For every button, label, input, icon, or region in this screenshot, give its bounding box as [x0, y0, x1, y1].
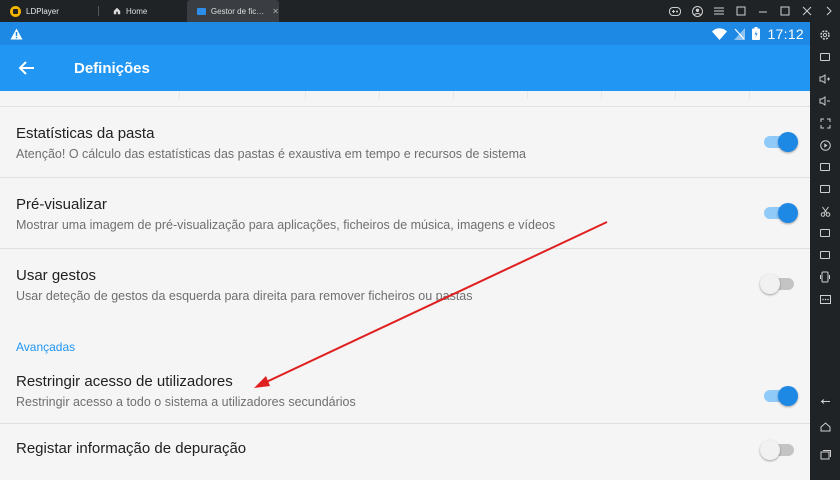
wifi-icon: [712, 27, 728, 40]
row-remnant-cell: [380, 91, 454, 99]
apk-install-icon[interactable]: [818, 182, 832, 196]
back-arrow-icon[interactable]: [18, 59, 36, 77]
setting-title: Usar gestos: [16, 267, 97, 284]
setting-preview[interactable]: Pré-visualizar Mostrar uma imagem de pré…: [0, 178, 810, 249]
row-remnant-cell: [602, 91, 676, 99]
volume-down-icon[interactable]: [818, 94, 832, 108]
row-remnant-cell: [0, 91, 180, 99]
android-recents-icon[interactable]: [818, 448, 832, 462]
status-time: 17:12: [767, 25, 804, 42]
debug-log-toggle[interactable]: [760, 440, 794, 460]
row-remnant-cell: [676, 91, 750, 99]
row-remnant-cell: [180, 91, 306, 99]
android-home-icon[interactable]: [818, 420, 832, 434]
tab-close-icon[interactable]: ✕: [272, 7, 279, 16]
shake-icon[interactable]: [818, 270, 832, 284]
setting-title: Estatísticas da pasta: [16, 125, 155, 142]
toggle-knob: [778, 132, 798, 152]
tab-file-manager-label: Gestor de fic…: [210, 6, 265, 16]
no-signal-icon: [734, 27, 746, 40]
app-bar: Definições: [0, 45, 810, 91]
folder-stats-toggle[interactable]: [764, 132, 798, 152]
keyboard-icon[interactable]: [818, 50, 832, 64]
ldplayer-logo-icon: [10, 5, 21, 17]
settings-gear-icon[interactable]: [818, 28, 832, 42]
setting-folder-stats[interactable]: Estatísticas da pasta Atenção! O cálculo…: [0, 107, 810, 178]
restore-mode-icon[interactable]: [730, 0, 752, 22]
emulator-app-name: LDPlayer: [26, 6, 59, 16]
folder-icon: [197, 7, 206, 15]
setting-debug-log[interactable]: Registar informação de depuração: [0, 424, 810, 474]
close-window-icon[interactable]: [796, 0, 818, 22]
setting-restrict-users[interactable]: Restringir acesso de utilizadores Restri…: [0, 365, 810, 424]
gestures-toggle[interactable]: [760, 274, 794, 294]
record-icon[interactable]: [818, 138, 832, 152]
sync-icon[interactable]: [818, 248, 832, 262]
collapse-sidebar-icon[interactable]: [818, 0, 840, 22]
battery-icon: [752, 27, 761, 40]
scrolled-row-remnant: [0, 91, 810, 107]
scissors-icon[interactable]: [818, 204, 832, 218]
setting-title: Pré-visualizar: [16, 196, 107, 213]
gamepad-icon[interactable]: [664, 0, 686, 22]
toggle-knob: [760, 274, 780, 294]
toggle-knob: [760, 440, 780, 460]
row-remnant-cell: [306, 91, 380, 99]
row-remnant-cell: [528, 91, 602, 99]
restrict-users-toggle[interactable]: [764, 386, 798, 406]
page-title: Definições: [74, 59, 150, 77]
setting-subtitle: Mostrar uma imagem de pré-visualização p…: [16, 218, 556, 232]
preview-toggle[interactable]: [764, 203, 798, 223]
tab-home-label: Home: [126, 6, 148, 16]
android-back-icon[interactable]: [818, 392, 832, 406]
emulator-titlebar: LDPlayer Home Gestor de fic… ✕: [0, 0, 840, 22]
setting-gestures[interactable]: Usar gestos Usar deteção de gestos da es…: [0, 249, 810, 320]
minimize-icon[interactable]: [752, 0, 774, 22]
setting-subtitle: Atenção! O cálculo das estatísticas das …: [16, 147, 526, 161]
setting-title: Restringir acesso de utilizadores: [16, 373, 233, 390]
tab-home[interactable]: Home: [99, 0, 185, 22]
home-icon: [113, 7, 121, 15]
setting-subtitle: Restringir acesso a todo o sistema a uti…: [16, 395, 356, 409]
section-header-advanced: Avançadas: [16, 340, 76, 354]
tab-file-manager[interactable]: Gestor de fic… ✕: [187, 0, 279, 22]
setting-subtitle: Usar deteção de gestos da esquerda para …: [16, 289, 473, 303]
import-icon[interactable]: [818, 160, 832, 174]
toggle-knob: [778, 203, 798, 223]
maximize-icon[interactable]: [774, 0, 796, 22]
fullscreen-icon[interactable]: [818, 116, 832, 130]
android-screen: 17:12 Definições Estatísticas da pasta A…: [0, 22, 810, 480]
window-controls: [664, 0, 840, 22]
setting-title: Registar informação de depuração: [16, 440, 247, 457]
more-options-icon[interactable]: [818, 292, 832, 306]
status-icons: 17:12: [712, 26, 810, 42]
row-remnant-cell: [454, 91, 528, 99]
emulator-side-toolbar: [810, 22, 840, 480]
settings-list: Estatísticas da pasta Atenção! O cálculo…: [0, 91, 810, 474]
account-icon[interactable]: [686, 0, 708, 22]
toggle-knob: [778, 386, 798, 406]
emulator-window: LDPlayer Home Gestor de fic… ✕ 17:12 Def…: [0, 0, 840, 480]
status-bar: 17:12: [0, 22, 810, 45]
menu-icon[interactable]: [708, 0, 730, 22]
video-icon[interactable]: [818, 226, 832, 240]
volume-up-icon[interactable]: [818, 72, 832, 86]
warning-icon: [10, 28, 23, 39]
